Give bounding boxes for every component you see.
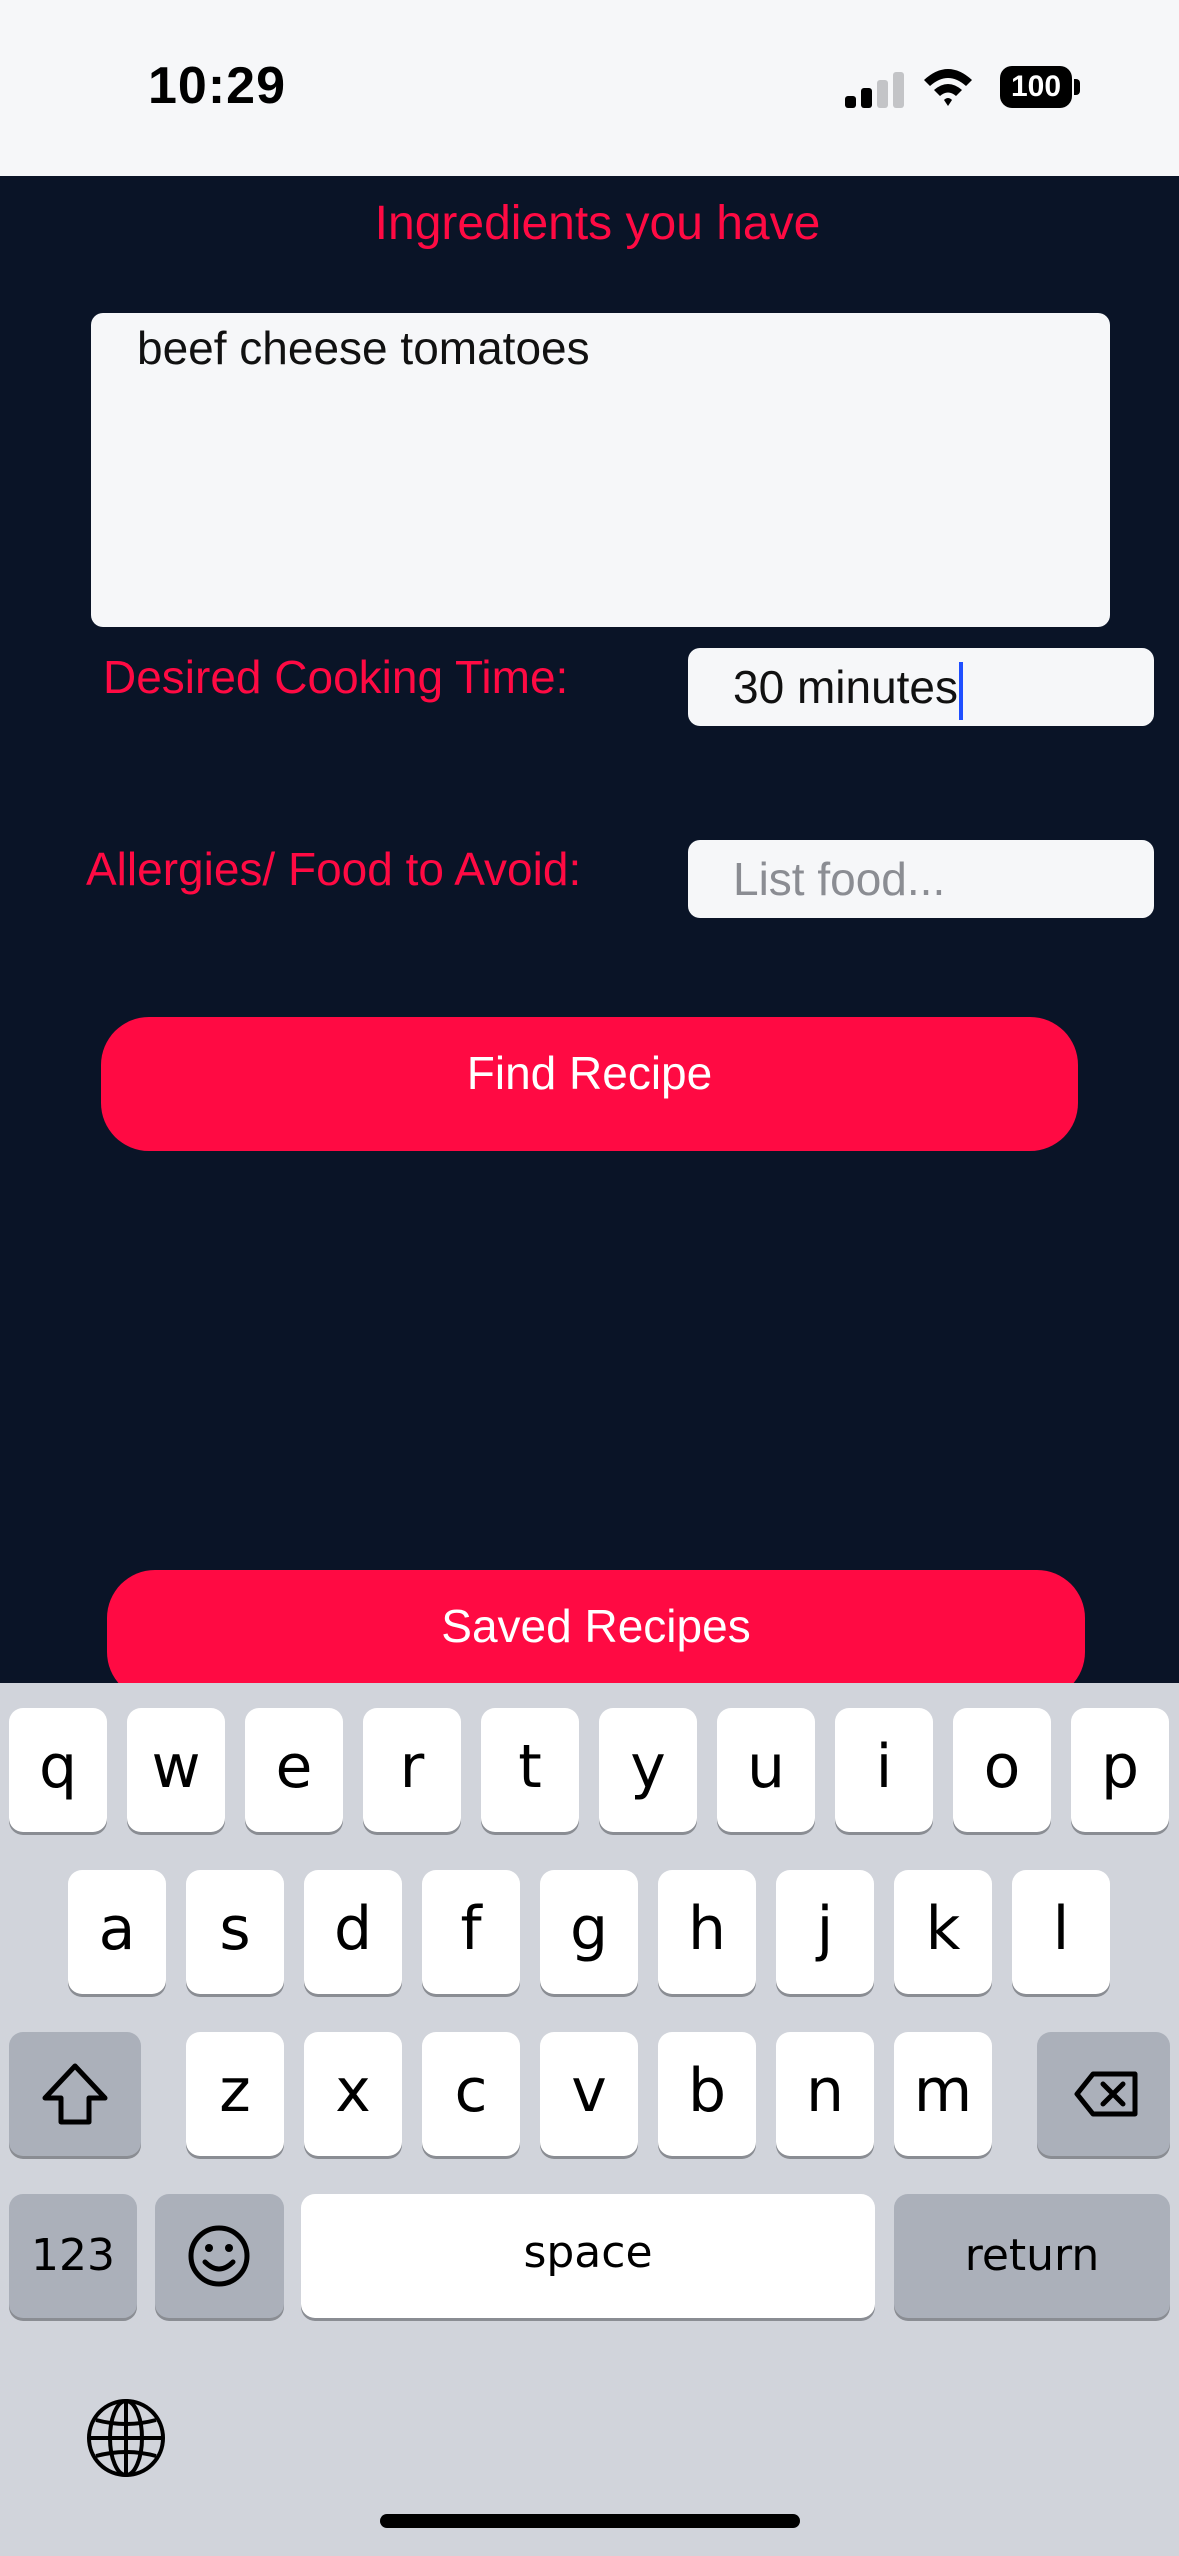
- key-f[interactable]: f: [422, 1870, 520, 1994]
- key-i[interactable]: i: [835, 1708, 933, 1832]
- find-recipe-button[interactable]: Find Recipe: [101, 1017, 1078, 1151]
- key-a[interactable]: a: [68, 1870, 166, 1994]
- key-o[interactable]: o: [953, 1708, 1051, 1832]
- key-r[interactable]: r: [363, 1708, 461, 1832]
- backspace-icon: [1074, 2071, 1138, 2117]
- cooking-time-label: Desired Cooking Time:: [103, 651, 569, 703]
- key-w[interactable]: w: [127, 1708, 225, 1832]
- backspace-key[interactable]: [1037, 2032, 1170, 2156]
- key-n[interactable]: n: [776, 2032, 874, 2156]
- key-c[interactable]: c: [422, 2032, 520, 2156]
- key-j[interactable]: j: [776, 1870, 874, 1994]
- cooking-time-value: 30 minutes: [733, 661, 959, 713]
- key-x[interactable]: x: [304, 2032, 402, 2156]
- status-bar: 10:29 100: [0, 0, 1179, 176]
- key-t[interactable]: t: [481, 1708, 579, 1832]
- keyboard: q w e r t y u i o p a s d f g h j k l z …: [0, 1683, 1179, 2556]
- key-s[interactable]: s: [186, 1870, 284, 1994]
- allergies-label: Allergies/ Food to Avoid:: [86, 843, 582, 895]
- key-y[interactable]: y: [599, 1708, 697, 1832]
- shift-icon: [42, 2063, 108, 2125]
- key-q[interactable]: q: [9, 1708, 107, 1832]
- battery-tip: [1074, 79, 1080, 95]
- emoji-icon: [188, 2225, 250, 2287]
- ingredients-input[interactable]: beef cheese tomatoes: [91, 313, 1110, 627]
- emoji-key[interactable]: [155, 2194, 284, 2318]
- battery-icon: 100: [1000, 66, 1080, 108]
- key-e[interactable]: e: [245, 1708, 343, 1832]
- return-key[interactable]: return: [894, 2194, 1170, 2318]
- key-k[interactable]: k: [894, 1870, 992, 1994]
- allergies-input[interactable]: List food...: [688, 840, 1154, 918]
- key-d[interactable]: d: [304, 1870, 402, 1994]
- globe-icon[interactable]: [84, 2396, 168, 2480]
- allergies-placeholder: List food...: [733, 853, 946, 905]
- cellular-signal-icon: [845, 72, 904, 108]
- key-v[interactable]: v: [540, 2032, 638, 2156]
- key-l[interactable]: l: [1012, 1870, 1110, 1994]
- shift-key[interactable]: [9, 2032, 141, 2156]
- key-u[interactable]: u: [717, 1708, 815, 1832]
- key-p[interactable]: p: [1071, 1708, 1169, 1832]
- wifi-icon: [924, 69, 972, 106]
- space-key[interactable]: space: [301, 2194, 875, 2318]
- key-m[interactable]: m: [894, 2032, 992, 2156]
- key-b[interactable]: b: [658, 2032, 756, 2156]
- cooking-time-input[interactable]: 30 minutes: [688, 648, 1154, 726]
- status-time: 10:29: [148, 57, 286, 115]
- ingredients-heading: Ingredients you have: [374, 197, 821, 250]
- text-cursor: [959, 661, 964, 720]
- saved-recipes-button[interactable]: Saved Recipes: [107, 1570, 1085, 1700]
- numbers-key[interactable]: 123: [9, 2194, 137, 2318]
- key-h[interactable]: h: [658, 1870, 756, 1994]
- key-z[interactable]: z: [186, 2032, 284, 2156]
- key-g[interactable]: g: [540, 1870, 638, 1994]
- home-indicator: [380, 2514, 800, 2528]
- battery-level: 100: [1000, 66, 1072, 108]
